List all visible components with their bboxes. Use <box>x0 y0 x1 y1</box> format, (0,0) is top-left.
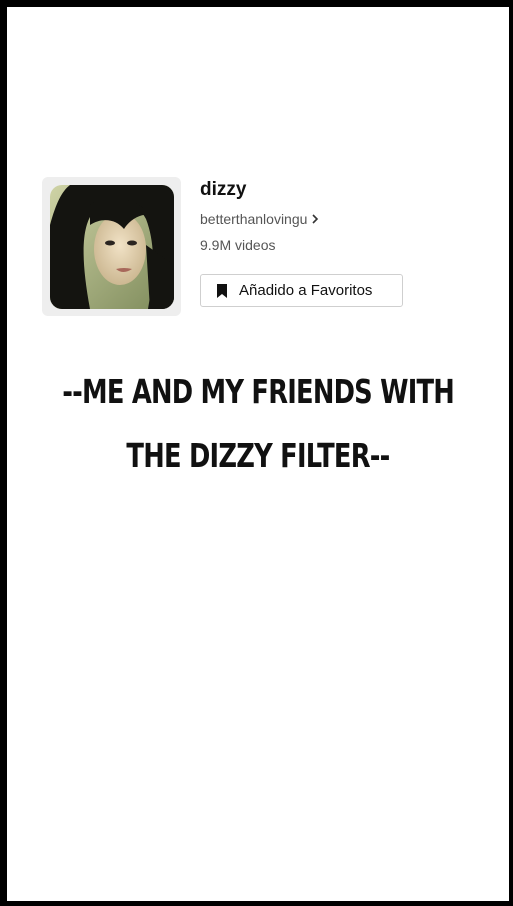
effect-thumbnail-container[interactable] <box>42 177 181 316</box>
video-caption: --ME AND MY FRIENDS WITH THE DIZZY FILTE… <box>62 360 455 488</box>
effect-info: dizzy betterthanlovingu 9.9M videos Añad… <box>200 177 403 307</box>
creator-link[interactable]: betterthanlovingu <box>200 210 403 228</box>
bookmark-icon <box>217 283 227 298</box>
effect-thumbnail <box>49 184 174 309</box>
caption-line-2: THE DIZZY FILTER-- <box>126 436 390 475</box>
chevron-right-icon <box>312 214 319 224</box>
video-frame: dizzy betterthanlovingu 9.9M videos Añad… <box>0 0 513 906</box>
favorites-button-label: Añadido a Favoritos <box>239 282 373 299</box>
creator-name: betterthanlovingu <box>200 211 308 227</box>
caption-line-1: --ME AND MY FRIENDS WITH <box>62 372 455 411</box>
video-count: 9.9M videos <box>200 237 276 253</box>
screen: dizzy betterthanlovingu 9.9M videos Añad… <box>7 7 509 901</box>
effect-card: dizzy betterthanlovingu 9.9M videos Añad… <box>42 177 403 316</box>
effect-name: dizzy <box>200 179 247 200</box>
favorites-button[interactable]: Añadido a Favoritos <box>200 274 403 307</box>
